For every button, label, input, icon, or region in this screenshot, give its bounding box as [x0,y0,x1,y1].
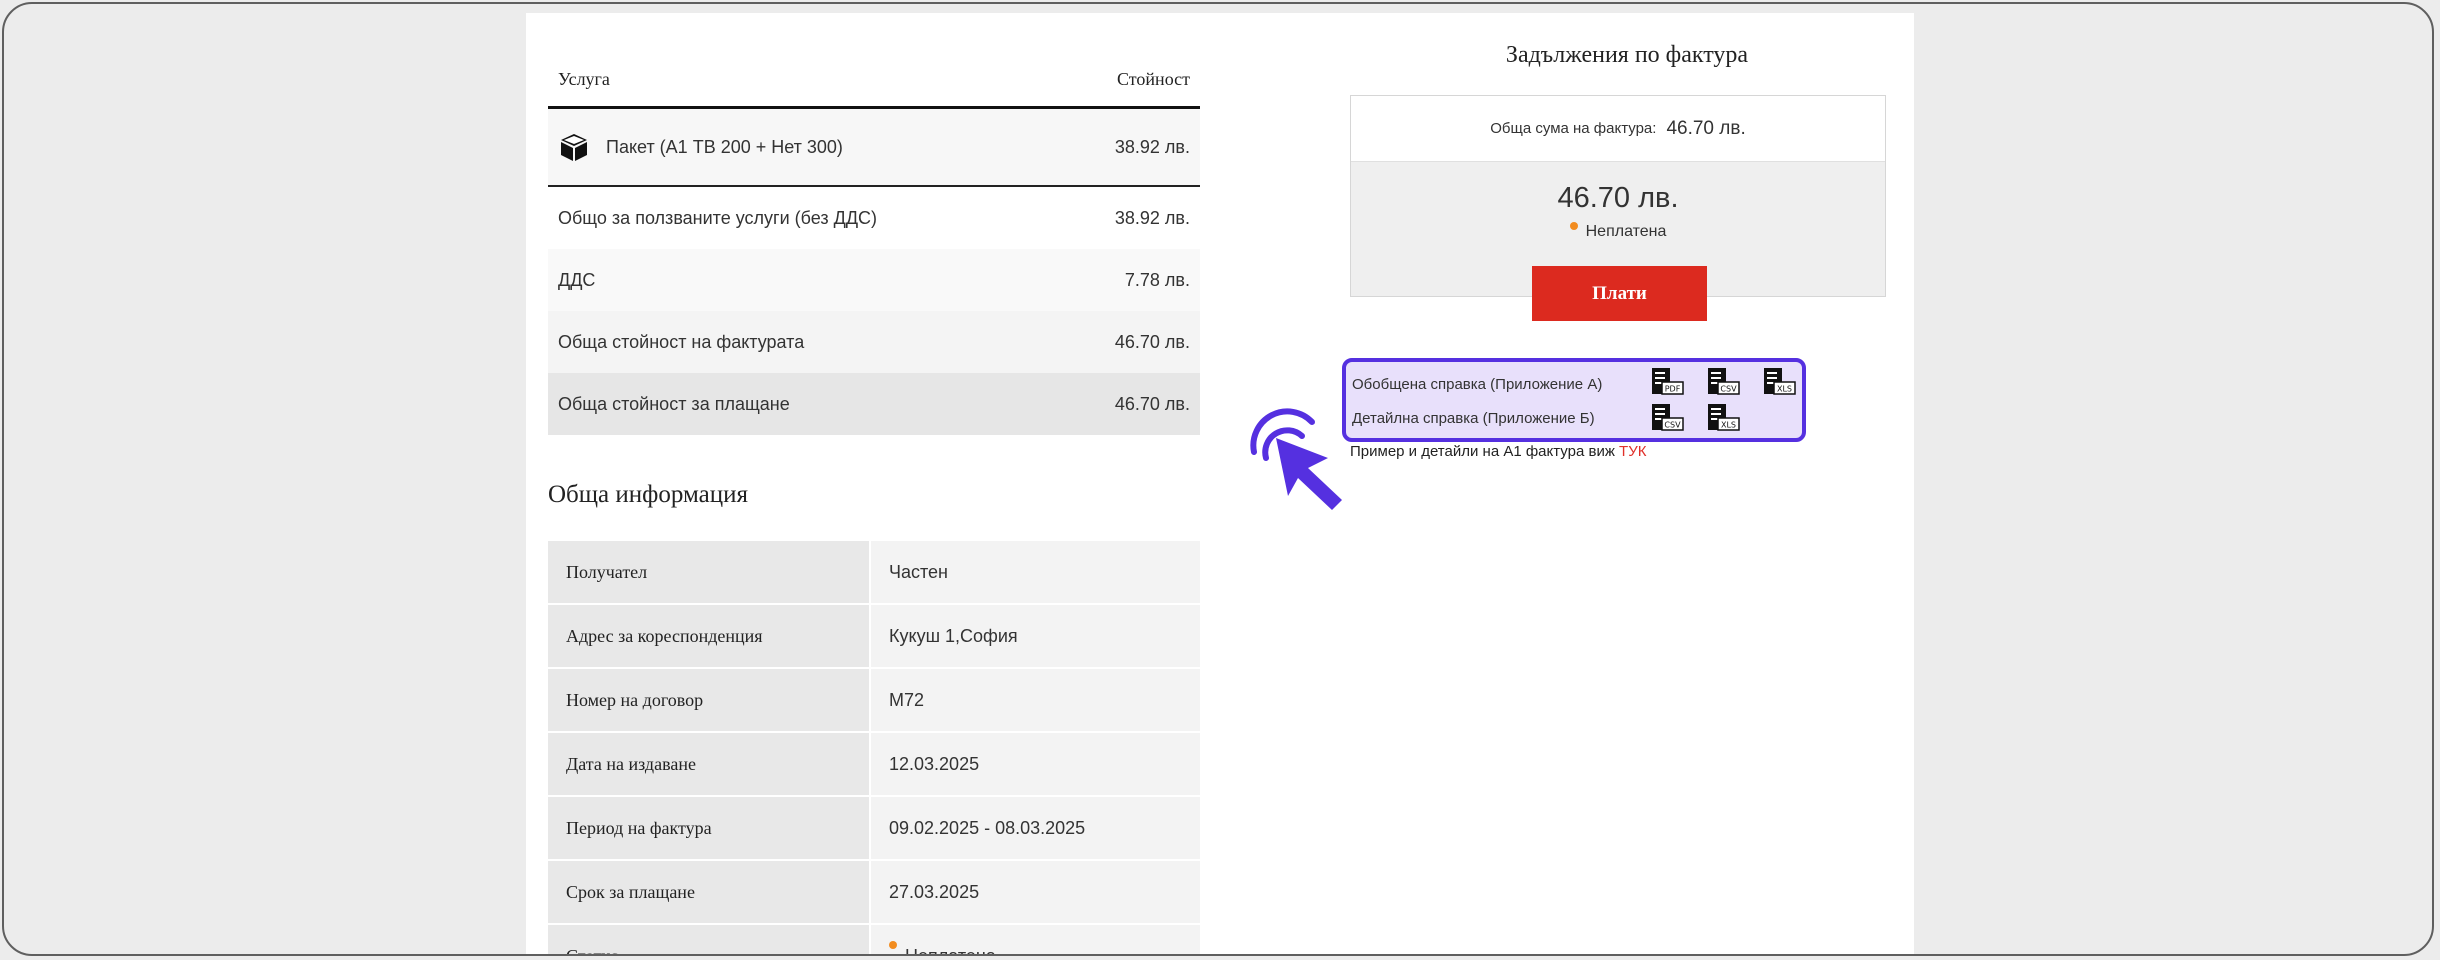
row-label: ДДС [558,269,596,290]
status-dot-icon [889,941,897,949]
table-row: Дата на издаване 12.03.2025 [548,733,1200,797]
package-value: 38.92 лв. [1114,136,1190,157]
payment-status: Неплатена [1351,222,1885,241]
info-value: 09.02.2025 - 08.03.2025 [871,797,1200,859]
info-value: Кукуш 1,София [871,605,1200,667]
reports-highlight: Обобщена справка (Приложение А) PDF CSV [1342,358,1806,442]
summary-report-label: Обобщена справка (Приложение А) [1352,375,1603,393]
info-value: M72 [871,669,1200,731]
svg-text:CSV: CSV [1664,421,1681,430]
table-row: Обща стойност за плащане 46.70 лв. [548,373,1200,435]
info-value: 27.03.2025 [871,861,1200,923]
svg-text:CSV: CSV [1720,385,1737,394]
invoice-dues-title: Задължения по фактура [1505,42,1749,68]
table-row: Статус Неплатена [548,925,1200,956]
invoice-total-value: 46.70 лв. [1666,117,1746,139]
amount-due: 46.70 лв. [1557,182,1679,214]
info-label: Адрес за кореспонденция [548,605,871,667]
csv-file-icon[interactable]: CSV [1650,402,1684,434]
info-label: Статус [548,925,871,954]
table-row: Обща стойност на фактурата 46.70 лв. [548,311,1200,373]
click-cursor-icon [1250,408,1342,510]
info-label: Период на фактура [548,797,871,859]
value-column-header: Стойност [1117,69,1190,89]
package-label: Пакет (А1 ТВ 200 + Нет 300) [606,136,843,157]
info-label: Получател [548,541,871,603]
info-label: Номер на договор [548,669,871,731]
general-info-title: Обща информация [548,481,748,508]
table-row: Получател Частен [548,541,1200,605]
row-label: Обща стойност на фактурата [558,331,805,352]
service-column-header: Услуга [558,69,610,89]
xls-file-icon[interactable]: XLS [1706,402,1740,434]
table-row: Номер на договор M72 [548,669,1200,733]
svg-text:PDF: PDF [1665,385,1681,394]
screenshot-frame: Услуга Стойност Пакет (А1 ТВ 200 + Нет 3… [2,2,2434,956]
xls-file-icon[interactable]: XLS [1762,366,1796,398]
payment-status-text: Неплатена [1585,223,1667,240]
general-info-table: Получател Частен Адрес за кореспонденция… [548,541,1200,956]
csv-file-icon[interactable]: CSV [1706,366,1740,398]
table-row: Адрес за кореспонденция Кукуш 1,София [548,605,1200,669]
invoice-total-label: Обща сума на фактура: [1490,120,1657,137]
row-label: Обща стойност за плащане [558,393,790,414]
table-row: Срок за плащане 27.03.2025 [548,861,1200,925]
row-value: 46.70 лв. [1114,393,1190,414]
table-row: Общо за ползваните услуги (без ДДС) 38.9… [548,187,1200,249]
info-value: 12.03.2025 [871,733,1200,795]
status-value: Неплатена [871,925,1200,956]
invoice-total-row: Обща сума на фактура: 46.70 лв. [1351,96,1885,162]
summary-report-files: PDF CSV XLS [1650,366,1796,398]
box-icon [561,134,587,161]
here-link[interactable]: ТУК [1619,443,1646,460]
row-value: 46.70 лв. [1114,331,1190,352]
svg-text:XLS: XLS [1777,385,1792,394]
table-row: ДДС 7.78 лв. [548,249,1200,311]
row-value: 7.78 лв. [1124,269,1190,290]
package-row: Пакет (А1 ТВ 200 + Нет 300) 38.92 лв. [548,109,1200,187]
status-dot-icon [1569,222,1578,230]
svg-text:XLS: XLS [1721,421,1736,430]
detailed-report-files: CSV XLS [1650,402,1740,434]
status-text: Неплатена [905,945,996,956]
info-label: Дата на издаване [548,733,871,795]
info-label: Срок за плащане [548,861,871,923]
pay-button[interactable]: Плати [1532,266,1707,321]
table-row: Период на фактура 09.02.2025 - 08.03.202… [548,797,1200,861]
pdf-file-icon[interactable]: PDF [1650,366,1684,398]
services-table: Услуга Стойност Пакет (А1 ТВ 200 + Нет 3… [548,53,1200,435]
services-table-header: Услуга Стойност [548,53,1200,109]
info-value: Частен [871,541,1200,603]
row-label: Общо за ползваните услуги (без ДДС) [558,207,877,228]
invoice-page: Услуга Стойност Пакет (А1 ТВ 200 + Нет 3… [526,13,1914,956]
row-value: 38.92 лв. [1114,207,1190,228]
